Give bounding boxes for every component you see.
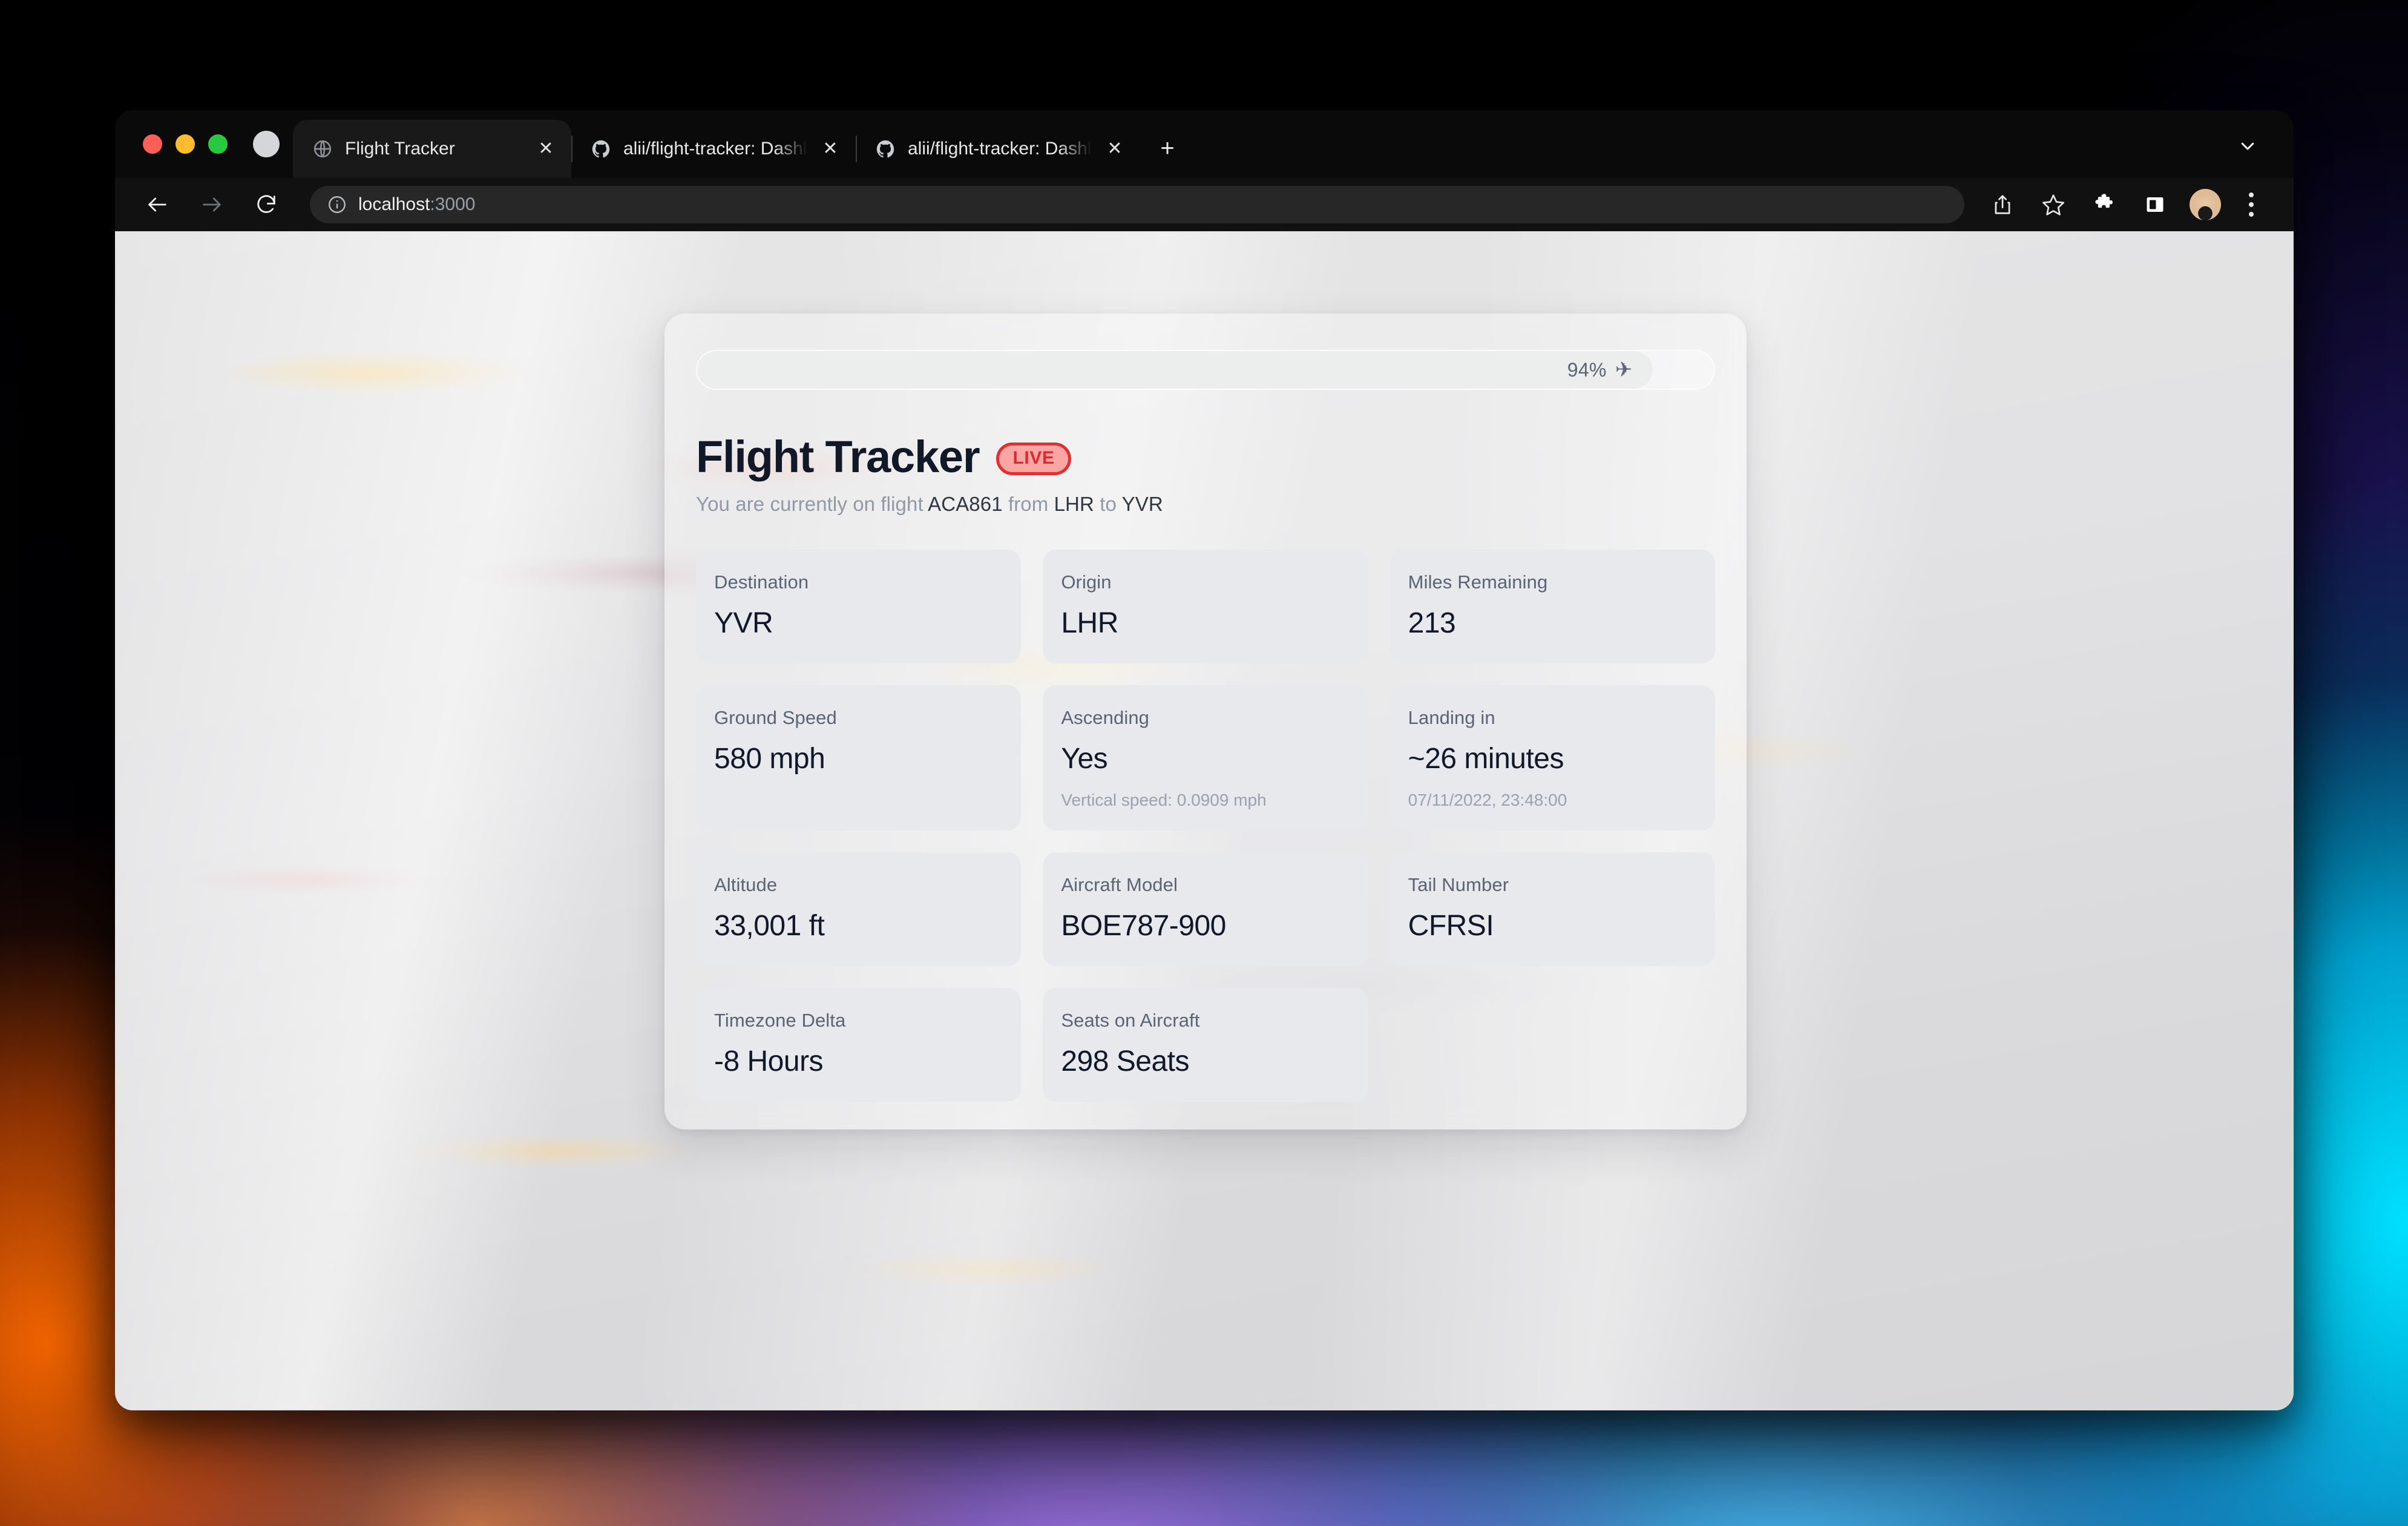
stat-card-miles-remaining: Miles Remaining 213: [1389, 549, 1715, 663]
tab-close-button[interactable]: ✕: [818, 137, 842, 161]
stat-label: Tail Number: [1408, 874, 1509, 896]
stat-value: 33,001 ft: [714, 910, 825, 942]
flight-tracker-panel: 94% ✈ Flight Tracker LIVE You are curren…: [664, 314, 1747, 1130]
chevron-down-icon[interactable]: [2231, 132, 2265, 160]
stat-label: Landing in: [1408, 706, 1495, 728]
browser-tab-strip: Flight Tracker ✕ alii/flight-tracker: Da…: [115, 110, 2294, 178]
github-icon: [874, 137, 897, 160]
stat-card-tail-number: Tail Number CFRSI: [1389, 852, 1715, 967]
subtitle-flight-number: ACA861: [928, 492, 1003, 515]
tab-list: Flight Tracker ✕ alii/flight-tracker: Da…: [293, 120, 2294, 178]
tab-title: alii/flight-tracker: Dashboard fo: [908, 139, 1092, 159]
stat-value: BOE787-900: [1061, 910, 1226, 942]
stat-value: CFRSI: [1408, 910, 1494, 942]
tab-close-button[interactable]: ✕: [534, 137, 558, 161]
stat-card-ascending: Ascending Yes Vertical speed: 0.0909 mph: [1043, 685, 1368, 831]
desktop: Flight Tracker ✕ alii/flight-tracker: Da…: [0, 0, 2408, 1526]
browser-window: Flight Tracker ✕ alii/flight-tracker: Da…: [115, 110, 2294, 1410]
stat-label: Ascending: [1061, 706, 1149, 728]
subtitle-origin: LHR: [1054, 492, 1094, 515]
tab-search-icon[interactable]: [253, 131, 280, 157]
flight-stats-grid: Destination YVR Origin LHR Miles Remaini…: [696, 549, 1715, 1102]
stat-value: 298 Seats: [1061, 1045, 1189, 1078]
url-port: :3000: [430, 194, 476, 214]
address-bar[interactable]: localhost:3000: [310, 186, 1964, 223]
stat-subtext: 07/11/2022, 23:48:00: [1408, 791, 1567, 810]
stat-label: Timezone Delta: [714, 1010, 846, 1031]
tab-close-button[interactable]: ✕: [1103, 137, 1127, 161]
subtitle-mid: from: [1002, 492, 1054, 515]
url-host: localhost: [358, 194, 430, 214]
site-info-icon[interactable]: [327, 194, 347, 215]
stat-card-seats-on-aircraft: Seats on Aircraft 298 Seats: [1043, 988, 1368, 1102]
browser-toolbar: localhost:3000: [115, 178, 2294, 231]
stat-label: Ground Speed: [714, 706, 837, 728]
browser-tab-flight-tracker[interactable]: Flight Tracker ✕: [293, 120, 571, 178]
panel-header: Flight Tracker LIVE: [696, 433, 1715, 481]
reload-icon[interactable]: [247, 185, 286, 224]
page-viewport: 94% ✈ Flight Tracker LIVE You are curren…: [115, 231, 2294, 1410]
subtitle-destination: YVR: [1121, 492, 1163, 515]
puzzle-icon[interactable]: [2085, 186, 2123, 223]
flight-progress-fill: 94% ✈: [697, 351, 1653, 389]
page-title: Flight Tracker: [696, 432, 980, 482]
subtitle-prefix: You are currently on flight: [696, 492, 928, 515]
browser-tab-github-1[interactable]: alii/flight-tracker: Dashboard fo ✕: [571, 120, 856, 178]
share-icon[interactable]: [1984, 186, 2021, 223]
github-icon: [589, 137, 612, 160]
stat-value: LHR: [1061, 607, 1118, 639]
window-traffic-lights: [115, 134, 228, 178]
side-panel-icon[interactable]: [2136, 186, 2174, 223]
subtitle-joiner: to: [1094, 492, 1122, 515]
stat-label: Miles Remaining: [1408, 571, 1548, 593]
stat-card-landing-in: Landing in ~26 minutes 07/11/2022, 23:48…: [1389, 685, 1715, 831]
stat-label: Aircraft Model: [1061, 874, 1178, 896]
stat-card-timezone-delta: Timezone Delta -8 Hours: [696, 988, 1022, 1102]
back-arrow-icon[interactable]: [138, 185, 177, 224]
tab-title: Flight Tracker: [345, 139, 455, 159]
stat-label: Altitude: [714, 874, 778, 896]
kebab-menu-icon[interactable]: [2234, 186, 2268, 223]
avatar[interactable]: [2190, 189, 2221, 220]
stat-subtext: Vertical speed: 0.0909 mph: [1061, 791, 1267, 810]
stat-value: 580 mph: [714, 742, 825, 775]
zoom-window-button[interactable]: [208, 134, 228, 154]
minimize-window-button[interactable]: [176, 134, 195, 154]
grid-empty-slot: [1390, 988, 1715, 1102]
stat-label: Origin: [1061, 571, 1112, 593]
stat-value: 213: [1408, 607, 1456, 639]
forward-arrow-icon[interactable]: [192, 185, 231, 224]
close-window-button[interactable]: [143, 134, 162, 154]
stat-card-destination: Destination YVR: [696, 549, 1022, 663]
flight-subtitle: You are currently on flight ACA861 from …: [696, 493, 1715, 516]
stat-card-ground-speed: Ground Speed 580 mph: [696, 685, 1022, 831]
stat-card-altitude: Altitude 33,001 ft: [696, 852, 1022, 967]
tab-title: alii/flight-tracker: Dashboard fo: [623, 139, 807, 159]
stat-label: Destination: [714, 571, 809, 593]
stat-value: ~26 minutes: [1408, 742, 1564, 775]
stat-card-origin: Origin LHR: [1043, 549, 1368, 663]
flight-progress-bar: 94% ✈: [696, 350, 1715, 390]
stat-value: YVR: [714, 607, 773, 639]
globe-icon: [311, 137, 334, 160]
url-text: localhost:3000: [358, 194, 475, 215]
star-icon[interactable]: [2035, 186, 2072, 223]
stat-value: Yes: [1061, 742, 1108, 775]
stat-label: Seats on Aircraft: [1061, 1010, 1200, 1031]
progress-percent-label: 94%: [1567, 358, 1607, 381]
new-tab-button[interactable]: +: [1150, 131, 1185, 166]
status-badge: LIVE: [996, 442, 1071, 475]
stat-card-aircraft-model: Aircraft Model BOE787-900: [1043, 852, 1368, 967]
airplane-icon: ✈: [1615, 358, 1633, 381]
toolbar-actions: [1970, 186, 2268, 223]
browser-tab-github-2[interactable]: alii/flight-tracker: Dashboard fo ✕: [856, 120, 1140, 178]
stat-value: -8 Hours: [714, 1045, 824, 1078]
